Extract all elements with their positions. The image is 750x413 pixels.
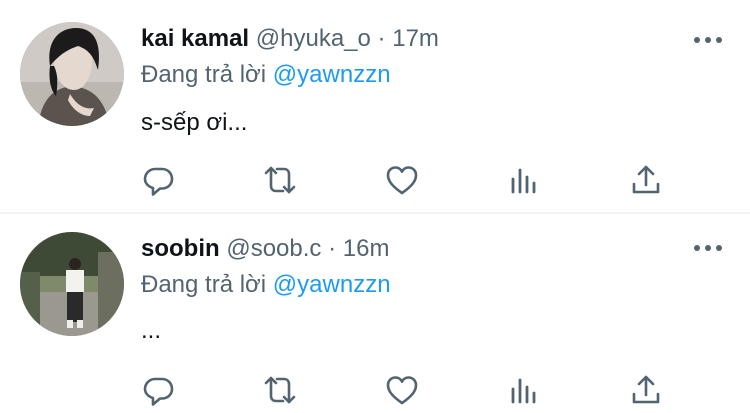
reply-mention-link[interactable]: @yawnzzn <box>273 271 391 298</box>
user-handle[interactable]: @hyuka_o <box>256 25 371 52</box>
action-bar <box>0 158 750 202</box>
reply-context: Đang trả lời @yawnzzn <box>141 268 391 302</box>
display-name[interactable]: kai kamal <box>141 25 249 52</box>
more-icon[interactable] <box>692 238 724 258</box>
reply-icon[interactable] <box>140 372 176 408</box>
tweet-text: ... <box>141 317 162 344</box>
avatar[interactable] <box>20 232 124 336</box>
action-bar <box>0 368 750 412</box>
like-icon[interactable] <box>384 162 420 198</box>
avatar[interactable] <box>20 22 124 126</box>
tweet-text: s-sếp ơi... <box>141 109 248 136</box>
timestamp[interactable]: 17m <box>392 25 439 52</box>
reply-mention-link[interactable]: @yawnzzn <box>273 61 391 88</box>
reply-prefix: Đang trả lời <box>141 61 267 88</box>
reply-icon[interactable] <box>140 162 176 198</box>
display-name[interactable]: soobin <box>141 235 220 262</box>
separator-dot: · <box>377 25 386 52</box>
views-icon[interactable] <box>506 372 542 408</box>
reply-context: Đang trả lời @yawnzzn <box>141 58 391 92</box>
like-icon[interactable] <box>384 372 420 408</box>
timestamp[interactable]: 16m <box>343 235 390 262</box>
separator-dot: · <box>328 235 337 262</box>
tweet-header: kai kamal @hyuka_o · 17m <box>141 22 439 56</box>
views-icon[interactable] <box>506 162 542 198</box>
reply-prefix: Đang trả lời <box>141 271 267 298</box>
tweet-header: soobin @soob.c · 16m <box>141 232 389 266</box>
retweet-icon[interactable] <box>262 372 298 408</box>
retweet-icon[interactable] <box>262 162 298 198</box>
tweet[interactable]: soobin @soob.c · 16m Đang trả lời @yawnz… <box>0 214 750 413</box>
tweet[interactable]: kai kamal @hyuka_o · 17m Đang trả lời @y… <box>0 0 750 212</box>
user-handle[interactable]: @soob.c <box>226 235 321 262</box>
share-icon[interactable] <box>628 162 664 198</box>
more-icon[interactable] <box>692 30 724 50</box>
share-icon[interactable] <box>628 372 664 408</box>
